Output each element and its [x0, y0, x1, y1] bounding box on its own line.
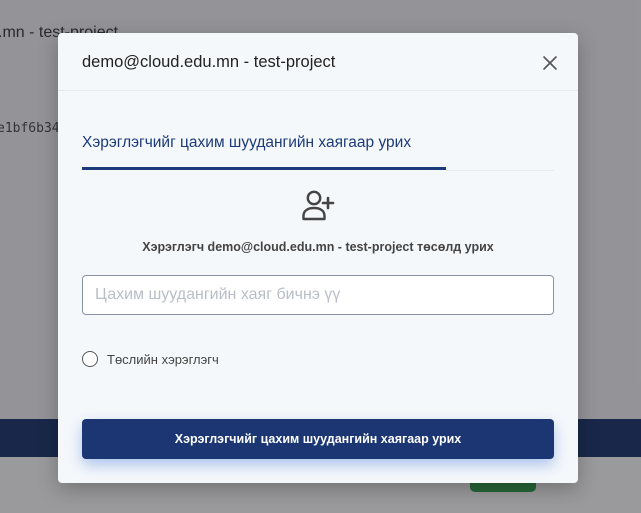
tab-invite-by-email[interactable]: Хэрэглэгчийг цахим шуудангийн хаягаар ур… [82, 131, 446, 171]
user-plus-icon [301, 188, 335, 222]
invite-user-modal: demo@cloud.edu.mn - test-project Хэрэглэ… [58, 33, 578, 483]
close-button[interactable] [539, 52, 561, 74]
modal-header: demo@cloud.edu.mn - test-project [58, 33, 578, 91]
project-user-label: Төслийн хэрэглэгч [107, 352, 219, 367]
active-tab-indicator [82, 167, 446, 170]
tab-divider [446, 170, 554, 171]
close-icon [543, 56, 557, 70]
tab-invite-by-email-label: Хэрэглэгчийг цахим шуудангийн хаягаар ур… [82, 134, 412, 151]
radio-button[interactable] [82, 351, 98, 367]
modal-title: demo@cloud.edu.mn - test-project [82, 53, 336, 71]
email-input[interactable] [82, 275, 554, 315]
invite-submit-button[interactable]: Хэрэглэгчийг цахим шуудангийн хаягаар ур… [82, 419, 554, 459]
invite-description: Хэрэглэгч demo@cloud.edu.mn - test-proje… [142, 240, 494, 254]
